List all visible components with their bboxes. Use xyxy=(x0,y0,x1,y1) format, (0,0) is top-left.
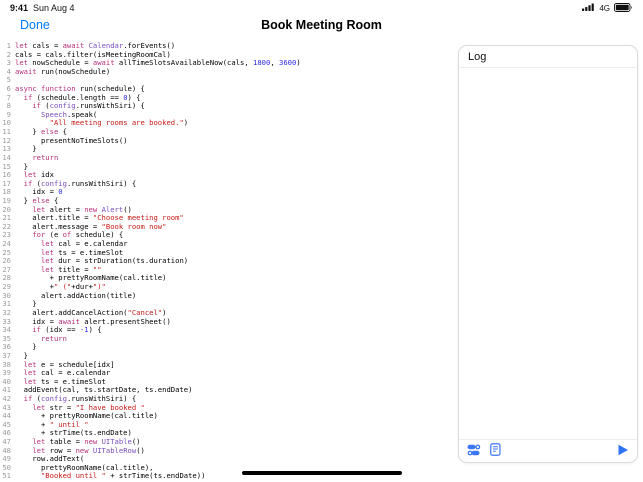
code-line-text: await run(nowSchedule) xyxy=(15,68,110,77)
code-line[interactable]: 15 } xyxy=(0,163,455,172)
code-line[interactable]: 10 "All meeting rooms are booked.") xyxy=(0,119,455,128)
code-line[interactable]: 12 presentNoTimeSlots() xyxy=(0,137,455,146)
status-date: Sun Aug 4 xyxy=(33,3,75,13)
play-icon xyxy=(617,444,629,459)
home-indicator[interactable] xyxy=(242,471,402,476)
cellular-signal-icon xyxy=(582,3,595,13)
code-line[interactable]: 35 return xyxy=(0,335,455,344)
nav-bar: Done Book Meeting Room xyxy=(0,14,643,40)
code-line[interactable]: 36 } xyxy=(0,343,455,352)
log-toolbar xyxy=(459,439,637,462)
toggles-icon xyxy=(467,444,481,459)
scriptable-editor-window: 9:41 Sun Aug 4 4G xyxy=(0,0,643,482)
line-number: 51 xyxy=(0,472,11,481)
battery-icon xyxy=(614,3,633,14)
run-script-button[interactable] xyxy=(617,444,629,459)
code-lines: 1let cals = await Calendar.forEvents()2c… xyxy=(0,42,455,481)
code-editor[interactable]: 1let cals = await Calendar.forEvents()2c… xyxy=(0,40,455,482)
code-line-text: "Booked until " + strTime(ts.endDate)) xyxy=(15,472,205,481)
status-bar-left: 9:41 Sun Aug 4 xyxy=(10,3,75,13)
clock: 9:41 xyxy=(10,3,28,13)
network-type-label: 4G xyxy=(599,4,610,13)
log-panel-title: Log xyxy=(459,46,637,68)
document-icon xyxy=(490,443,501,459)
status-bar: 9:41 Sun Aug 4 4G xyxy=(0,0,643,14)
log-output-area xyxy=(459,68,637,439)
documentation-button[interactable] xyxy=(490,443,501,459)
script-settings-button[interactable] xyxy=(467,444,481,459)
code-line[interactable]: 13 } xyxy=(0,145,455,154)
code-line[interactable]: 4await run(nowSchedule) xyxy=(0,68,455,77)
script-title: Book Meeting Room xyxy=(0,18,643,32)
log-panel: Log xyxy=(458,45,638,463)
status-bar-right: 4G xyxy=(582,3,633,14)
code-line[interactable]: 14 return xyxy=(0,154,455,163)
code-line[interactable]: 30 alert.addAction(title) xyxy=(0,292,455,301)
code-line[interactable]: 17 if (config.runsWithSiri) { xyxy=(0,180,455,189)
code-line[interactable]: 18 idx = 0 xyxy=(0,188,455,197)
code-line[interactable]: 34 if (idx == -1) { xyxy=(0,326,455,335)
